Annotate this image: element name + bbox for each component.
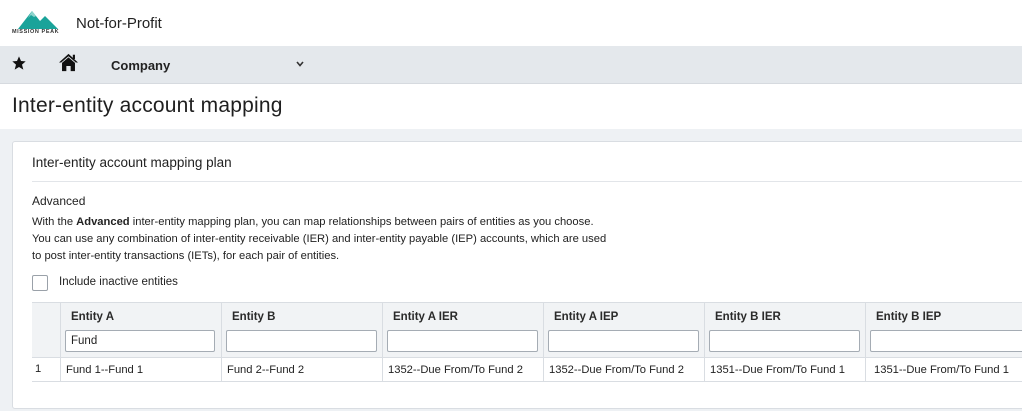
column-header-entity-a: Entity A [71, 311, 115, 323]
description-prefix: With the [32, 216, 77, 228]
cell-entity-a-ier[interactable]: 1352--Due From/To Fund 2 [388, 364, 523, 376]
cell-entity-b[interactable]: Fund 2--Fund 2 [227, 364, 304, 376]
cell-entity-b-ier[interactable]: 1351--Due From/To Fund 1 [710, 364, 845, 376]
filter-entity-b-ier[interactable] [709, 330, 860, 352]
column-header-entity-b: Entity B [232, 311, 276, 323]
column-entity-b-ier: Entity B IER 1351--Due From/To Fund 1 [704, 303, 865, 382]
plan-description: With the Advanced inter-entity mapping p… [32, 214, 612, 265]
filter-entity-b[interactable] [226, 330, 377, 352]
column-header-entity-a-iep: Entity A IEP [554, 311, 619, 323]
panel-title: Inter-entity account mapping plan [32, 155, 232, 170]
panel-header: Inter-entity account mapping plan [32, 152, 1022, 182]
home-icon[interactable] [58, 53, 79, 72]
column-entity-a-ier: Entity A IER 1352--Due From/To Fund 2 [382, 303, 543, 382]
cell-entity-a-iep[interactable]: 1352--Due From/To Fund 2 [549, 364, 684, 376]
filter-entity-a[interactable] [65, 330, 215, 352]
column-entity-b: Entity B Fund 2--Fund 2 [221, 303, 382, 382]
nav-bar: Company [0, 46, 1022, 84]
include-inactive-checkbox[interactable] [32, 275, 48, 291]
filter-entity-b-iep[interactable] [870, 330, 1022, 352]
title-area: Inter-entity account mapping [0, 85, 1022, 129]
description-bold: Advanced [76, 216, 130, 228]
include-inactive-label: Include inactive entities [59, 276, 178, 288]
chevron-down-icon [296, 61, 304, 67]
logo-text: MISSION PEAK [12, 29, 60, 35]
page-title: Inter-entity account mapping [12, 94, 283, 117]
company-name: Not-for-Profit [76, 15, 162, 32]
column-header-entity-b-ier: Entity B IER [715, 311, 781, 323]
column-entity-b-iep: Entity B IEP 1351--Due From/To Fund 1 [865, 303, 1022, 382]
top-bar: MISSION PEAK Not-for-Profit [0, 0, 1022, 46]
filter-entity-a-ier[interactable] [387, 330, 538, 352]
column-entity-a-iep: Entity A IEP 1352--Due From/To Fund 2 [543, 303, 704, 382]
company-menu[interactable]: Company [98, 52, 318, 78]
column-header-entity-b-iep: Entity B IEP [876, 311, 942, 323]
row-divider [32, 381, 1022, 382]
filter-entity-a-iep[interactable] [548, 330, 699, 352]
company-menu-label: Company [111, 58, 171, 73]
plan-heading: Advanced [32, 194, 86, 208]
mapping-grid: Entity A Fund 1--Fund 1 Entity B Fund 2-… [32, 302, 1022, 382]
mapping-plan-panel: Inter-entity account mapping plan Advanc… [12, 141, 1022, 409]
cell-entity-a[interactable]: Fund 1--Fund 1 [66, 364, 143, 376]
column-header-entity-a-ier: Entity A IER [393, 311, 458, 323]
star-icon[interactable] [11, 55, 27, 71]
row-number: 1 [35, 363, 42, 375]
cell-entity-b-iep[interactable]: 1351--Due From/To Fund 1 [874, 364, 1009, 376]
column-entity-a: Entity A Fund 1--Fund 1 [60, 303, 221, 382]
